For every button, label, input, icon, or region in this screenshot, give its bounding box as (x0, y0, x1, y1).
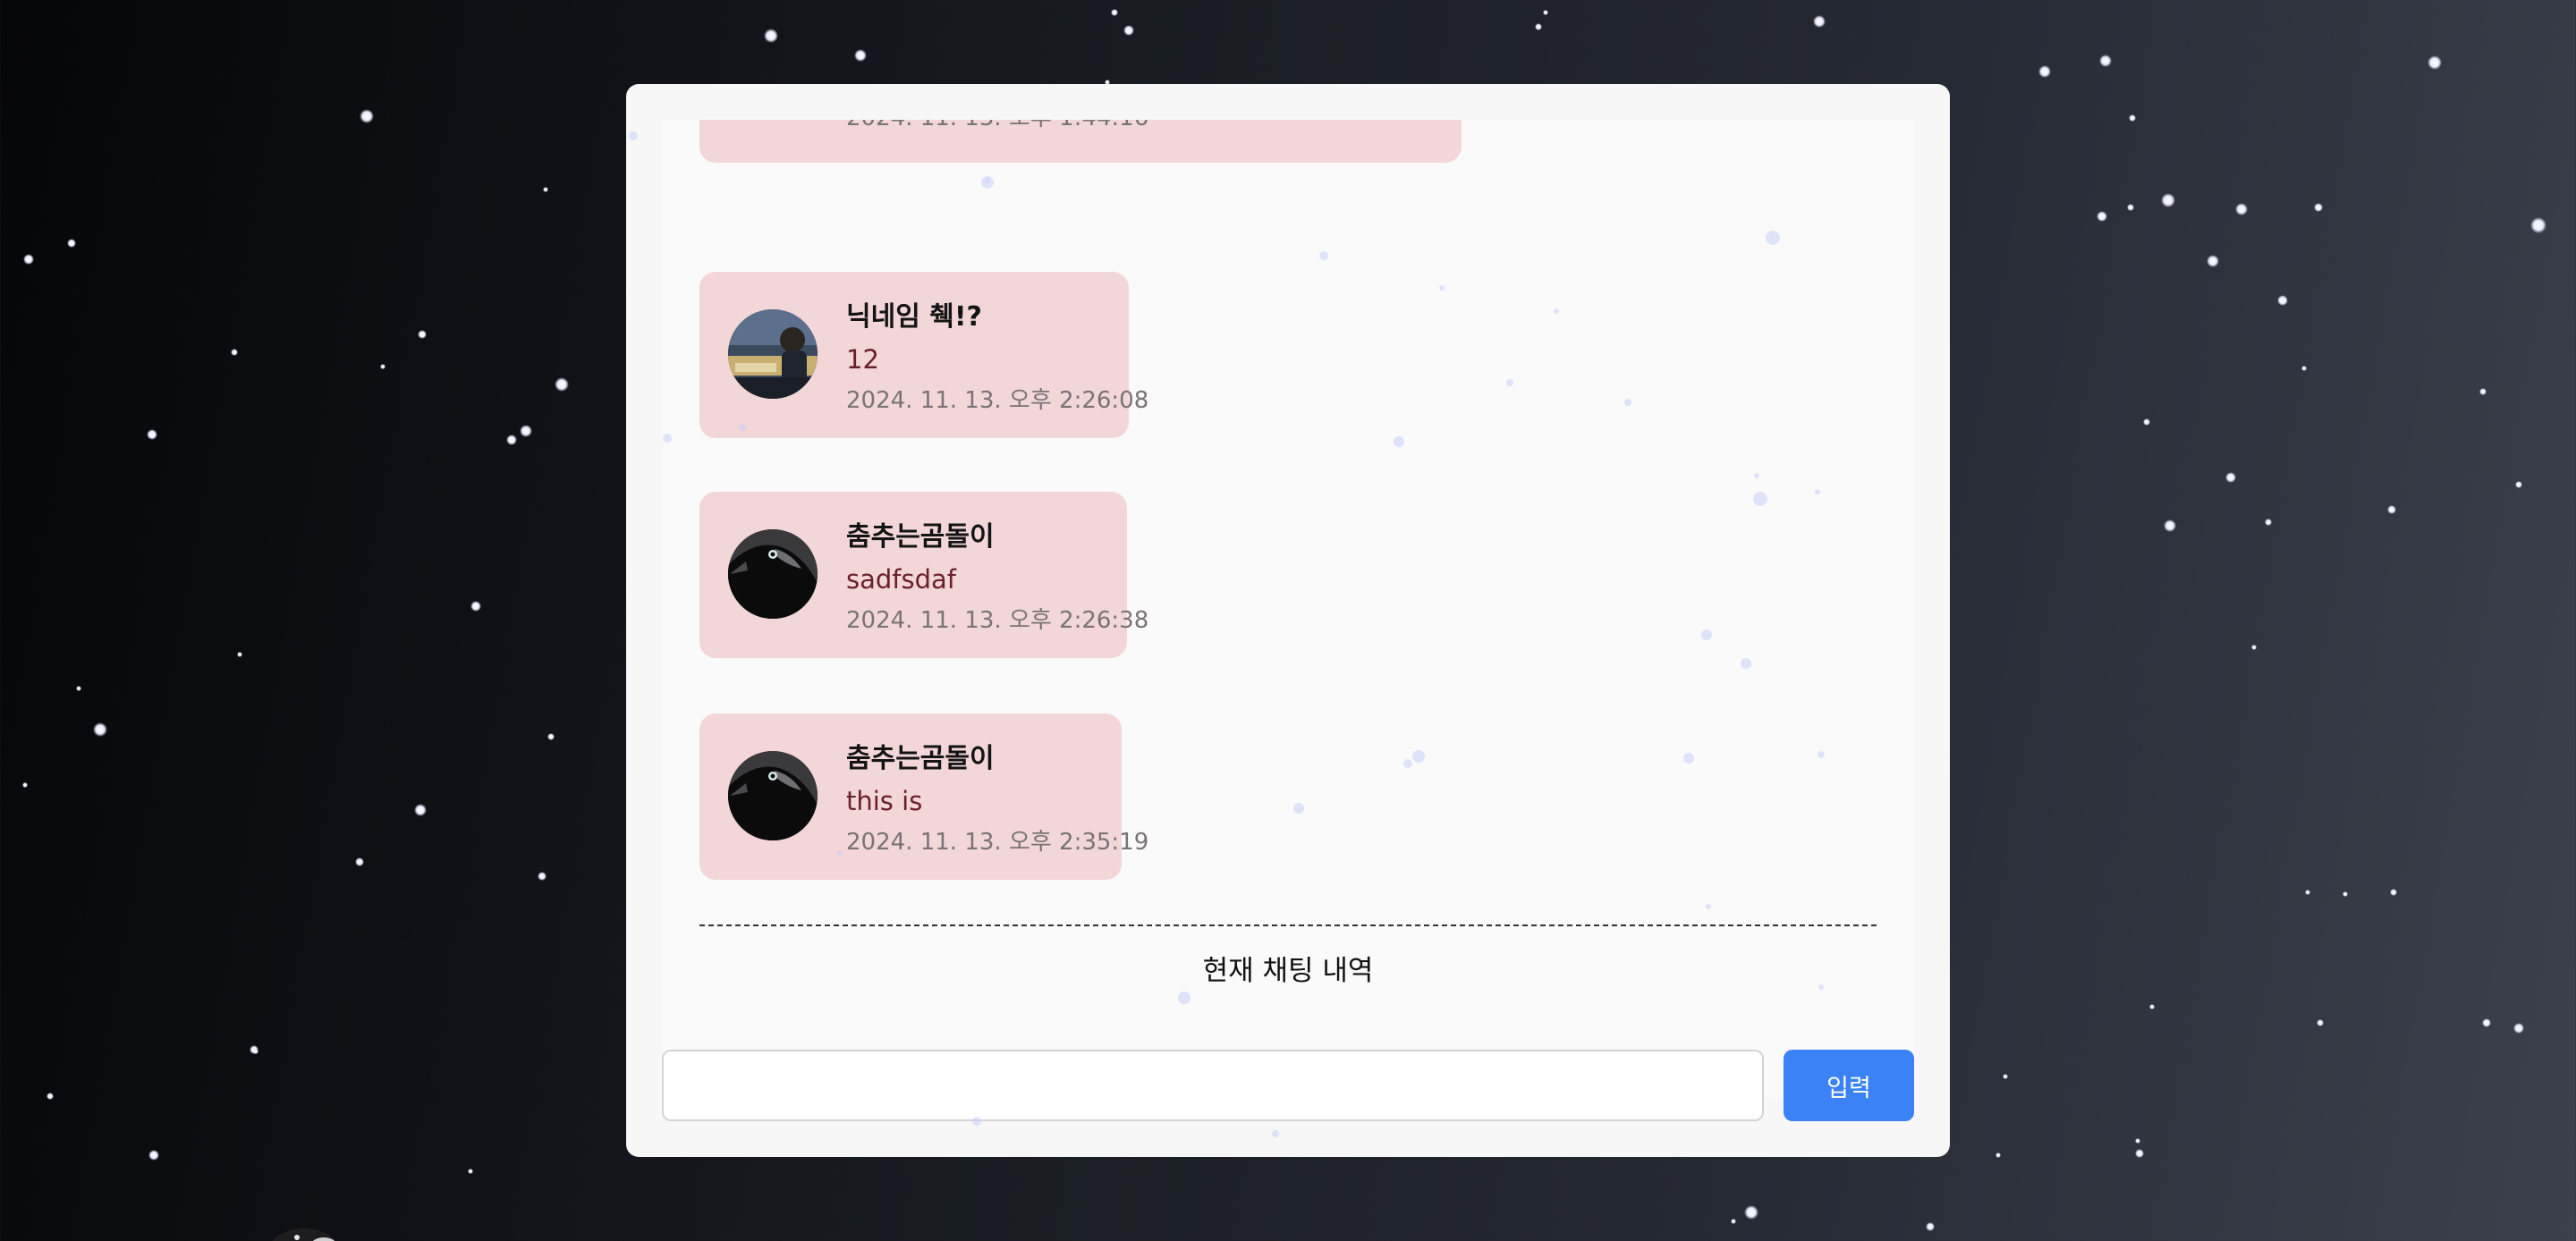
message-text: sadfsdaf (846, 564, 956, 595)
message-text: 12 (846, 344, 879, 375)
crow-avatar (728, 751, 818, 840)
chat-message: 닉네임 췍!? 12 2024. 11. 13. 오후 2:26:08 (699, 272, 1148, 438)
photo-avatar-icon (728, 309, 818, 399)
chat-panel: 2024. 11. 13. 오후 1:44:16 닉네임 췍!? 12 2 (626, 84, 1950, 1157)
chat-input-row: 입력 (662, 1050, 1914, 1123)
message-text: this is (846, 786, 923, 816)
message-nickname: 닉네임 췍!? (846, 301, 982, 333)
chat-message-input[interactable] (662, 1050, 1764, 1121)
message-time: 2024. 11. 13. 오후 1:44:16 (846, 120, 1148, 138)
message-nickname: 춤추는곰돌이 (846, 521, 995, 553)
history-divider (699, 924, 1877, 926)
chat-history[interactable]: 2024. 11. 13. 오후 1:44:16 닉네임 췍!? 12 2 (662, 120, 1914, 1100)
message-nickname: 춤추는곰돌이 (846, 743, 995, 774)
chat-message: 춤추는곰돌이 sadfsdaf 2024. 11. 13. 오후 2:26:38 (699, 492, 1148, 658)
chat-message: 춤추는곰돌이 this is 2024. 11. 13. 오후 2:35:19 (699, 713, 1148, 880)
chat-message: 2024. 11. 13. 오후 1:44:16 (699, 120, 1462, 163)
crow-avatar (728, 529, 818, 619)
message-time: 2024. 11. 13. 오후 2:35:19 (846, 829, 1149, 856)
send-button[interactable]: 입력 (1784, 1050, 1914, 1121)
message-time: 2024. 11. 13. 오후 2:26:08 (846, 387, 1149, 414)
crow-figure-icon (272, 1228, 336, 1241)
photo-avatar (728, 309, 818, 399)
crow-avatar-icon (728, 529, 818, 619)
crow-avatar-icon (728, 751, 818, 840)
message-time: 2024. 11. 13. 오후 2:26:38 (846, 607, 1149, 634)
history-divider-label: 현재 채팅 내역 (1202, 955, 1374, 987)
